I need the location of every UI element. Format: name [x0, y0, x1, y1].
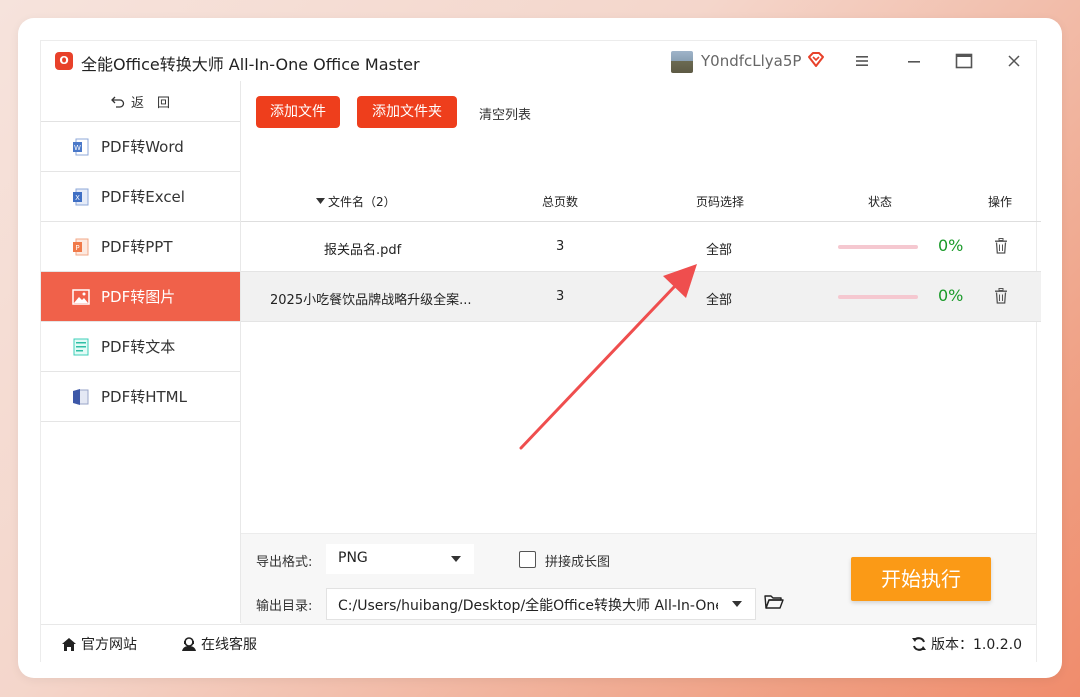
output-dir-value: C:/Users/huibang/Desktop/全能Office转换大师 Al… — [338, 598, 718, 614]
support-label: 在线客服 — [201, 637, 257, 653]
sidebar-item-label: PDF转Word — [101, 138, 184, 156]
sidebar-item-pdf-to-excel[interactable]: X PDF转Excel — [41, 172, 240, 222]
sidebar-item-label: PDF转HTML — [101, 388, 187, 406]
add-folder-button[interactable]: 添加文件夹 — [357, 96, 457, 128]
row-page-select[interactable]: 全部 — [706, 289, 732, 308]
svg-text:P: P — [75, 244, 79, 252]
menu-icon[interactable] — [849, 49, 875, 73]
sidebar-item-label: PDF转图片 — [101, 288, 176, 306]
website-label: 官方网站 — [81, 637, 137, 653]
row-page-select[interactable]: 全部 — [706, 239, 732, 258]
vip-diamond-icon[interactable] — [806, 50, 826, 70]
minimize-icon[interactable] — [901, 49, 927, 73]
refresh-icon — [912, 637, 926, 651]
sidebar: 返 回 W PDF转Word X PDF转Excel P PDF转PPT PDF… — [41, 81, 241, 623]
sidebar-item-pdf-to-text[interactable]: PDF转文本 — [41, 322, 240, 372]
progress-bar — [838, 295, 918, 299]
version-label: 版本：1.0.2.0 — [931, 637, 1022, 653]
table-header: 文件名（2） 总页数 页码选择 状态 操作 — [241, 181, 1041, 222]
ppt-icon: P — [73, 238, 89, 255]
sort-down-icon — [316, 198, 325, 204]
progress-percent: 0% — [938, 236, 964, 255]
footer: 官方网站 在线客服 版本：1.0.2.0 — [41, 624, 1036, 662]
html-icon — [73, 388, 89, 405]
chevron-down-icon — [732, 601, 742, 607]
app-window: O 全能Office转换大师 All-In-One Office Master … — [40, 40, 1041, 662]
clear-list-button[interactable]: 清空列表 — [479, 104, 531, 123]
sidebar-item-label: PDF转PPT — [101, 238, 173, 256]
sidebar-item-label: PDF转Excel — [101, 188, 185, 206]
back-arrow-icon — [111, 96, 125, 108]
back-button[interactable]: 返 回 — [41, 81, 240, 122]
table-row[interactable]: 2025小吃餐饮品牌战略升级全案... 3 全部 0% — [241, 272, 1041, 322]
th-status: 状态 — [868, 195, 893, 209]
support-icon — [182, 636, 196, 651]
output-settings: 导出格式: PNG 拼接成长图 输出目录: C:/Users/huibang/D… — [241, 533, 1036, 624]
row-pages: 3 — [556, 239, 565, 254]
trash-icon[interactable] — [994, 238, 1008, 254]
text-icon — [73, 338, 89, 355]
th-page-select: 页码选择 — [696, 195, 745, 209]
excel-icon: X — [73, 188, 89, 205]
progress-bar — [838, 245, 918, 249]
version-info[interactable]: 版本：1.0.2.0 — [911, 634, 1022, 654]
support-link[interactable]: 在线客服 — [181, 634, 257, 654]
app-title: 全能Office转换大师 All-In-One Office Master — [81, 55, 420, 74]
sidebar-item-pdf-to-html[interactable]: PDF转HTML — [41, 372, 240, 422]
sidebar-item-label: PDF转文本 — [101, 338, 176, 356]
format-value: PNG — [338, 550, 368, 566]
home-icon — [62, 637, 76, 651]
word-icon: W — [73, 138, 89, 155]
back-label: 返 回 — [130, 95, 170, 111]
website-link[interactable]: 官方网站 — [61, 634, 137, 654]
format-label: 导出格式: — [256, 555, 313, 570]
sidebar-item-pdf-to-word[interactable]: W PDF转Word — [41, 122, 240, 172]
title-bar: O 全能Office转换大师 All-In-One Office Master … — [41, 41, 1036, 81]
row-pages: 3 — [556, 289, 565, 304]
th-actions: 操作 — [988, 195, 1013, 209]
start-button[interactable]: 开始执行 — [851, 557, 991, 601]
close-icon[interactable] — [1001, 49, 1027, 73]
add-file-button[interactable]: 添加文件 — [256, 96, 340, 128]
output-dir-select[interactable]: C:/Users/huibang/Desktop/全能Office转换大师 Al… — [326, 588, 756, 620]
table-row[interactable]: 报关品名.pdf 3 全部 0% — [241, 222, 1041, 272]
row-filename: 报关品名.pdf — [324, 243, 402, 258]
dir-label: 输出目录: — [256, 599, 313, 614]
trash-icon[interactable] — [994, 288, 1008, 304]
main-panel: 添加文件 添加文件夹 清空列表 文件名（2） 总页数 页码选择 状态 操作 报关… — [241, 81, 1041, 531]
th-filename-label: 文件名（2） — [328, 195, 396, 209]
user-avatar[interactable] — [671, 51, 693, 73]
svg-text:W: W — [74, 144, 81, 152]
merge-label[interactable]: 拼接成长图 — [545, 551, 610, 570]
folder-open-icon[interactable] — [764, 594, 784, 610]
merge-checkbox[interactable] — [519, 551, 536, 568]
format-select[interactable]: PNG — [326, 544, 474, 574]
sidebar-item-pdf-to-image[interactable]: PDF转图片 — [41, 272, 240, 322]
user-name[interactable]: Y0ndfcLlya5P — [701, 52, 801, 70]
progress-percent: 0% — [938, 286, 964, 305]
chevron-down-icon — [451, 556, 461, 562]
sidebar-item-pdf-to-ppt[interactable]: P PDF转PPT — [41, 222, 240, 272]
svg-text:X: X — [75, 194, 80, 202]
th-pages: 总页数 — [542, 195, 579, 209]
image-icon — [72, 288, 90, 305]
row-filename: 2025小吃餐饮品牌战略升级全案... — [270, 293, 472, 308]
maximize-icon[interactable] — [951, 49, 977, 73]
app-logo-icon: O — [55, 52, 73, 70]
th-filename[interactable]: 文件名（2） — [316, 193, 396, 210]
